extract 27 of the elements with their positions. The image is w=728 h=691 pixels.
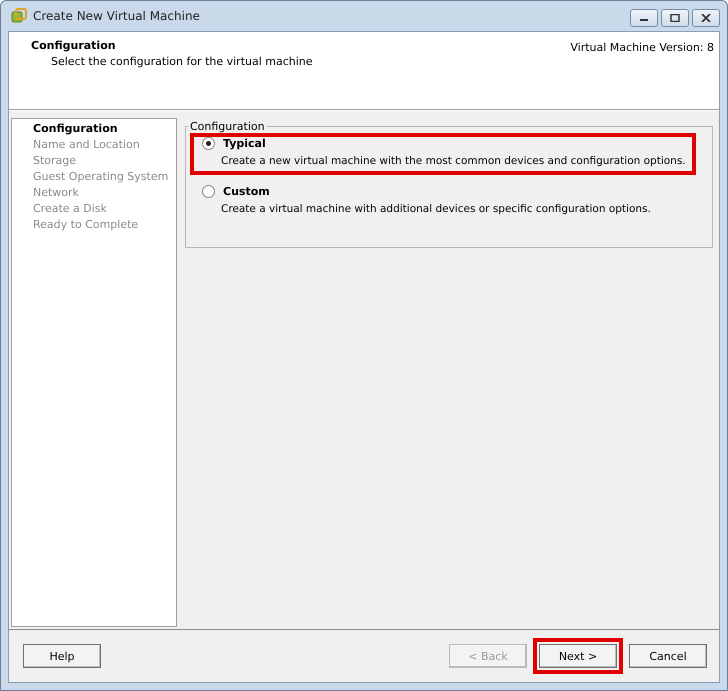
option-description: Create a new virtual machine with the most common devices and configuration options. [221, 155, 686, 167]
maximize-icon [670, 14, 680, 22]
wizard-button[interactable]: Next > [539, 644, 617, 668]
step-item: Network [33, 185, 80, 201]
version-label: Virtual Machine Version: 8 [570, 41, 714, 56]
help-button[interactable]: Help [23, 644, 101, 668]
window-title: Create New Virtual Machine [33, 9, 201, 23]
close-icon [701, 14, 711, 22]
step-item: Ready to Complete [33, 217, 140, 233]
radio-button[interactable] [202, 137, 215, 150]
step-item: Guest Operating System [33, 169, 170, 185]
option-label[interactable]: Typical [223, 137, 266, 150]
step-item: Name and Location [33, 137, 141, 153]
radio-button[interactable] [202, 185, 215, 198]
close-button[interactable] [692, 9, 720, 27]
minimize-button[interactable] [630, 9, 658, 27]
app-icon [11, 8, 27, 24]
option-label[interactable]: Custom [223, 185, 270, 198]
maximize-button[interactable] [661, 9, 689, 27]
page-subtitle: Select the configuration for the virtual machine [51, 55, 313, 68]
step-item: Configuration [33, 121, 119, 137]
option-description: Create a virtual machine with additional devices or specific configuration options. [221, 203, 651, 215]
wizard-button[interactable]: Cancel [629, 644, 707, 668]
page-title: Configuration [31, 39, 117, 52]
step-item: Storage [33, 153, 78, 169]
group-legend: Configuration [188, 120, 267, 133]
step-item: Create a Disk [33, 201, 108, 217]
